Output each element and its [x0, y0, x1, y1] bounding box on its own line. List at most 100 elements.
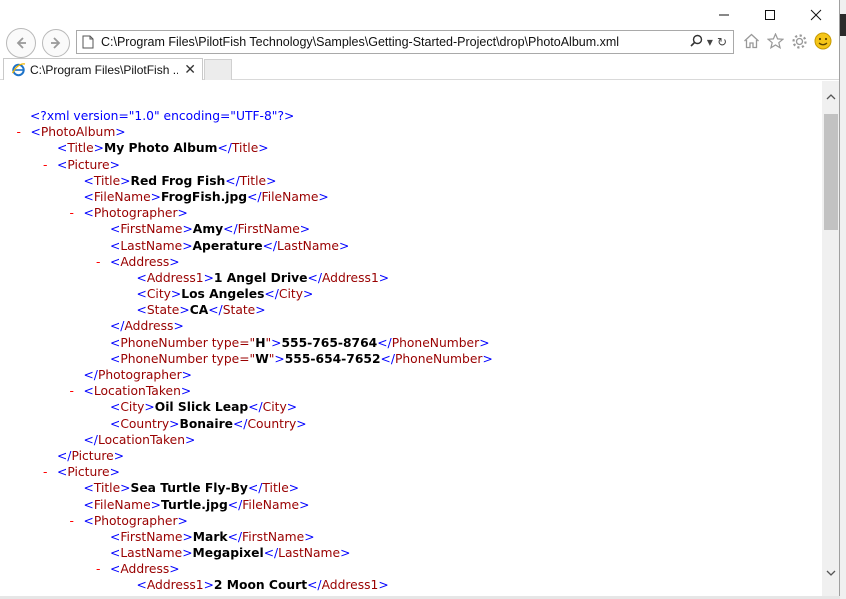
tab-photoalbum[interactable]: C:\Program Files\PilotFish ... ✕: [3, 58, 203, 80]
address-bar[interactable]: C:\Program Files\PilotFish Technology\Sa…: [76, 30, 734, 54]
element-value: 2 Moon Court: [213, 578, 308, 593]
bracket: <: [136, 270, 147, 285]
tag-name: PhoneNumber: [394, 351, 483, 366]
bracket: >: [266, 173, 277, 188]
bracket: <: [83, 384, 94, 399]
collapse-toggle[interactable]: -: [43, 464, 47, 480]
smiley-feedback-icon[interactable]: [814, 31, 832, 51]
bracket: >: [173, 319, 184, 334]
bracket: </: [83, 368, 98, 382]
tag-name: Title: [67, 141, 94, 156]
element-value: Oil Slick Leap: [154, 400, 249, 415]
collapse-toggle[interactable]: -: [96, 561, 100, 577]
xml-declaration: <?xml version="1.0" encoding="UTF-8"?>: [30, 109, 295, 123]
bracket: <: [83, 497, 94, 512]
back-arrow-icon: [16, 37, 26, 49]
collapse-toggle[interactable]: -: [17, 124, 21, 140]
settings-gear-icon[interactable]: [790, 31, 808, 51]
collapse-toggle[interactable]: -: [70, 513, 74, 529]
address-url[interactable]: C:\Program Files\PilotFish Technology\Sa…: [99, 35, 690, 49]
maximize-button[interactable]: [747, 0, 793, 30]
bracket: <: [83, 513, 94, 528]
bracket: >: [203, 578, 214, 593]
search-icon[interactable]: [690, 34, 703, 50]
xml-line: <City>Los Angeles</City>: [0, 286, 493, 302]
tag-name: Title: [239, 173, 267, 188]
scrollbar-thumb[interactable]: [824, 114, 838, 230]
tag-name: Address1: [321, 578, 379, 593]
tag-name: FileName: [261, 189, 319, 204]
bracket: </: [380, 351, 395, 366]
forward-button[interactable]: [42, 29, 70, 57]
bracket: >: [258, 141, 269, 156]
xml-line: <Address1>1 Angel Drive</Address1>: [0, 270, 493, 286]
element-value: Megapixel: [192, 546, 264, 561]
tab-close-icon[interactable]: ✕: [178, 62, 202, 78]
xml-line: - <Photographer>: [0, 205, 493, 221]
element-value: 1 Angel Drive: [213, 270, 308, 285]
bracket: >: [182, 546, 193, 561]
bracket: <: [110, 562, 121, 577]
tag-name: FileName: [93, 497, 151, 512]
collapse-toggle[interactable]: -: [96, 254, 100, 270]
bracket: </: [377, 335, 392, 350]
collapse-toggle[interactable]: -: [43, 157, 47, 173]
element-value: FrogFish.jpg: [160, 189, 248, 204]
element-value: Aperature: [192, 238, 263, 253]
bracket: </: [247, 481, 263, 496]
bracket: >: [286, 400, 298, 415]
tag-name: Photographer: [93, 206, 178, 221]
bracket: >: [338, 238, 350, 253]
tag-name: Address: [120, 254, 170, 269]
bracket: >: [181, 368, 192, 382]
tag-name: LastName: [120, 546, 183, 561]
tag-name: Title: [93, 481, 121, 496]
tab-strip: C:\Program Files\PilotFish ... ✕: [0, 57, 839, 80]
refresh-icon[interactable]: ↻: [717, 35, 727, 49]
bracket: >: [318, 189, 329, 204]
collapse-toggle[interactable]: -: [70, 383, 74, 399]
tag-name: PhotoAlbum: [40, 125, 116, 140]
xml-line: <City>Oil Slick Leap</City>: [0, 399, 493, 415]
element-value: Amy: [192, 222, 224, 237]
bracket: </: [247, 189, 262, 204]
favorites-star-icon[interactable]: [766, 31, 784, 51]
tag-name: City: [146, 287, 171, 302]
element-value: 555-765-8764: [281, 335, 378, 350]
collapse-toggle[interactable]: -: [70, 205, 74, 221]
tag-name: State: [222, 303, 256, 318]
tag-name: PhoneNumber: [120, 351, 208, 366]
tag-name: Photographer: [97, 368, 182, 382]
navigation-bar: C:\Program Files\PilotFish Technology\Sa…: [0, 27, 839, 58]
bracket: >: [182, 238, 193, 253]
vertical-scrollbar[interactable]: [822, 81, 839, 599]
background-window-edge: [840, 14, 846, 36]
xml-line: <Title>Red Frog Fish</Title>: [0, 173, 493, 189]
close-button[interactable]: [793, 0, 839, 30]
xml-line: <LastName>Megapixel</LastName>: [0, 545, 493, 561]
bracket: >: [274, 351, 285, 366]
tag-name: City: [262, 400, 287, 415]
home-icon[interactable]: [742, 31, 760, 51]
chevron-down-icon[interactable]: ▾: [707, 35, 713, 49]
bracket: >: [479, 335, 490, 350]
bracket: </: [227, 529, 243, 544]
tag-name: Country: [120, 416, 170, 431]
bracket: >: [299, 222, 311, 237]
bracket: >: [179, 303, 190, 318]
bracket: >: [185, 432, 196, 447]
bracket: <: [83, 173, 94, 188]
element-value: 555-654-7652: [284, 351, 381, 366]
tag-name: FileName: [93, 189, 151, 204]
bracket: </: [110, 319, 125, 334]
element-value: Red Frog Fish: [130, 173, 226, 188]
scroll-up-icon[interactable]: [825, 91, 837, 103]
element-value: Turtle.jpg: [160, 497, 228, 512]
bracket: <: [110, 546, 121, 561]
new-tab-button[interactable]: [204, 59, 232, 80]
scroll-down-icon[interactable]: [825, 567, 837, 579]
minimize-button[interactable]: [701, 0, 747, 30]
back-button[interactable]: [6, 28, 36, 58]
tag-name: Picture: [67, 157, 110, 172]
element-value: CA: [189, 303, 209, 318]
